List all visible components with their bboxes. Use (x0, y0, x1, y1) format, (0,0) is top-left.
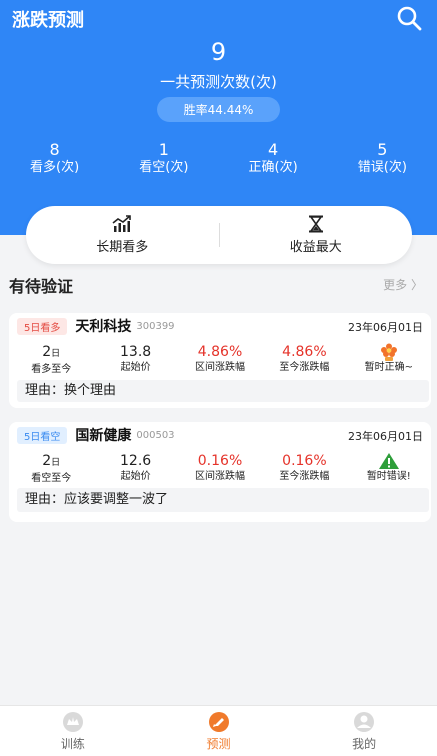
prediction-tag: 5日看多 (17, 317, 68, 335)
ranking-switcher: 长期看多 收益最大 (26, 206, 412, 264)
range-change-label: 区间涨跌幅 (195, 362, 246, 373)
metric-days: 2日 看空至今 (9, 452, 93, 485)
trend-up-chart-icon (112, 215, 132, 232)
days-label: 看多至今 (31, 364, 72, 375)
profile-icon (354, 711, 375, 732)
prediction-date: 23年06月01日 (348, 321, 423, 334)
warning-triangle-icon (378, 453, 399, 469)
metric-to-date-change: 0.16% 至今涨跌幅 (262, 452, 346, 485)
tab-prediction-label: 预测 (206, 736, 231, 751)
training-icon (62, 711, 83, 732)
card-metrics: 2日 看多至今 13.8 起始价 4.86% 区间涨跌幅 4.86% 至今涨跌幅 (9, 343, 431, 376)
metric-range-change: 4.86% 区间涨跌幅 (178, 343, 262, 376)
search-icon[interactable] (395, 4, 423, 32)
to-date-change-value: 4.86% (282, 344, 327, 360)
range-change-value: 0.16% (197, 453, 243, 469)
card-metrics: 2日 看空至今 12.6 起始价 0.16% 区间涨跌幅 0.16% 至今涨跌幅… (9, 452, 431, 485)
total-predictions-value: 9 (210, 38, 227, 66)
page-title: 涨跌预测 (12, 10, 84, 31)
card-header: 5日看空 国新健康 000503 (17, 426, 175, 444)
stat-correct: 4 正确(次) (219, 140, 328, 176)
range-change-value: 4.86% (197, 344, 243, 360)
range-change-label: 区间涨跌幅 (195, 471, 246, 482)
prediction-reason: 理由：换个理由 (17, 380, 429, 402)
metric-range-change: 0.16% 区间涨跌幅 (178, 452, 262, 485)
start-price-label: 起始价 (120, 362, 151, 373)
stat-correct-label: 正确(次) (248, 160, 298, 175)
stat-long-value: 8 (49, 140, 60, 159)
correct-flower-icon (380, 343, 397, 361)
stock-name: 天利科技 (75, 319, 132, 335)
ranking-long-term-button[interactable]: 长期看多 (26, 215, 219, 255)
stat-wrong-label: 错误(次) (357, 160, 407, 175)
hourglass-icon (308, 215, 323, 233)
days-unit: 日 (51, 458, 61, 468)
start-price-label: 起始价 (120, 471, 151, 482)
metric-to-date-change: 4.86% 至今涨跌幅 (262, 343, 346, 376)
stat-long: 8 看多(次) (0, 140, 109, 176)
stat-long-label: 看多(次) (30, 160, 80, 175)
card-header: 5日看多 天利科技 300399 (17, 317, 175, 335)
days-value: 2 (42, 453, 52, 469)
metric-start-price: 12.6 起始价 (93, 452, 177, 485)
stats-row: 8 看多(次) 1 看空(次) 4 正确(次) 5 错误(次) (0, 140, 437, 176)
prediction-date: 23年06月01日 (348, 430, 423, 443)
metric-days: 2日 看多至今 (9, 343, 93, 376)
tab-training-label: 训练 (60, 736, 85, 751)
tab-prediction[interactable]: 预测 (146, 706, 292, 756)
to-date-change-value: 0.16% (282, 453, 327, 469)
hero-header: 涨跌预测 9 一共预测次数(次) 胜率44.44% 8 看多(次) 1 看空(次… (0, 0, 437, 235)
ranking-max-return-label: 收益最大 (289, 240, 342, 255)
metric-status: 暂时正确~ (347, 343, 431, 376)
metric-start-price: 13.8 起始价 (93, 343, 177, 376)
total-predictions-label: 一共预测次数(次) (160, 73, 277, 91)
stat-wrong: 5 错误(次) (328, 140, 437, 176)
prediction-card[interactable]: 5日看空 国新健康 000503 23年06月01日 2日 看空至今 12.6 … (9, 422, 431, 522)
tab-training[interactable]: 训练 (0, 706, 146, 756)
start-price-value: 12.6 (120, 453, 152, 469)
status-label: 暂时正确~ (364, 362, 414, 373)
stock-code: 000503 (136, 429, 175, 441)
to-date-change-label: 至今涨跌幅 (279, 471, 330, 482)
more-link[interactable]: 更多 〉 (383, 276, 423, 293)
ranking-long-term-label: 长期看多 (96, 240, 149, 255)
ranking-max-return-button[interactable]: 收益最大 (220, 215, 413, 255)
prediction-card[interactable]: 5日看多 天利科技 300399 23年06月01日 2日 看多至今 13.8 … (9, 313, 431, 408)
stat-wrong-value: 5 (377, 140, 388, 159)
to-date-change-label: 至今涨跌幅 (279, 362, 330, 373)
prediction-reason: 理由：应该要调整一波了 (17, 488, 429, 512)
start-price-value: 13.8 (120, 344, 152, 360)
days-unit: 日 (51, 349, 61, 359)
stat-short-value: 1 (158, 140, 169, 159)
stock-name: 国新健康 (75, 428, 132, 444)
status-label: 暂时错误! (366, 471, 411, 482)
prediction-icon (208, 711, 229, 732)
stat-short: 1 看空(次) (109, 140, 218, 176)
days-label: 看空至今 (31, 473, 72, 484)
prediction-tag: 5日看空 (17, 426, 68, 444)
stock-code: 300399 (136, 320, 175, 332)
pending-section-title: 有待验证 (9, 277, 74, 296)
win-rate-badge: 胜率44.44% (157, 97, 280, 122)
tab-profile-label: 我的 (352, 736, 377, 751)
tab-profile[interactable]: 我的 (291, 706, 437, 756)
stat-short-label: 看空(次) (139, 160, 189, 175)
days-value: 2 (42, 344, 52, 360)
metric-status: 暂时错误! (347, 452, 431, 485)
stat-correct-value: 4 (268, 140, 279, 159)
bottom-tab-bar: 训练 预测 我的 (0, 705, 437, 756)
